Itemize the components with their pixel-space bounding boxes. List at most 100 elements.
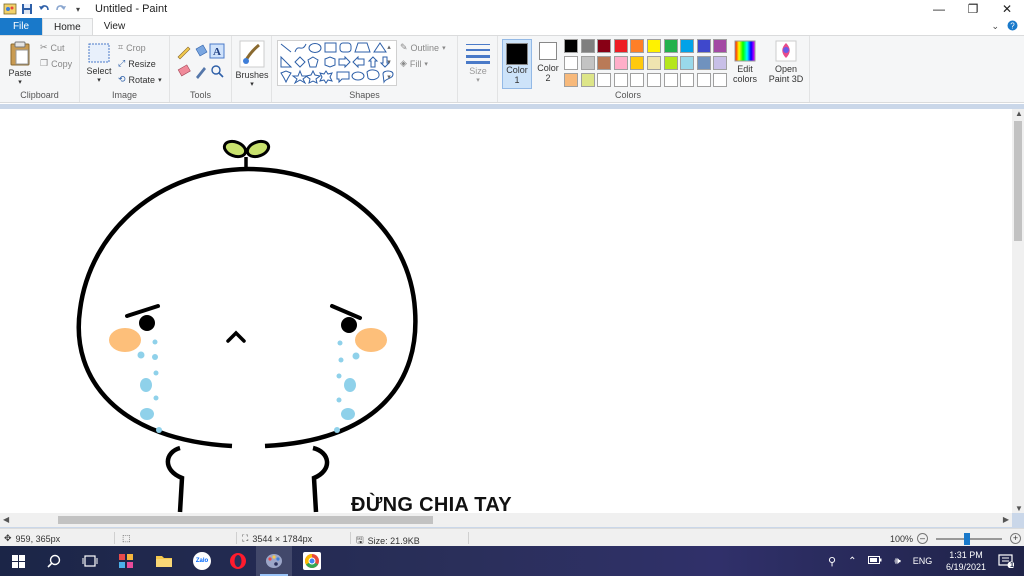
palette-swatch[interactable] <box>680 73 695 87</box>
shapes-gallery[interactable] <box>277 40 397 86</box>
tab-home[interactable]: Home <box>42 18 93 35</box>
palette-swatch[interactable] <box>580 39 595 53</box>
file-size-text: Size: 21.9KB <box>367 536 420 546</box>
paint3d-label-2: Paint 3D <box>768 74 804 84</box>
palette-swatch[interactable] <box>663 39 678 53</box>
palette-swatch[interactable] <box>696 73 711 87</box>
palette-swatch[interactable] <box>580 73 595 87</box>
zoom-in-icon[interactable]: + <box>1010 533 1022 544</box>
palette-swatch[interactable] <box>713 56 728 70</box>
customize-toolbar-icon[interactable]: ▾ <box>71 2 85 16</box>
save-icon[interactable] <box>20 2 34 16</box>
size-button[interactable]: Size ▾ <box>462 42 494 86</box>
palette-swatch[interactable] <box>613 56 628 70</box>
palette-swatch[interactable] <box>564 39 578 53</box>
select-button[interactable]: Select ▾ <box>86 42 112 86</box>
horizontal-scroll-thumb[interactable] <box>58 516 433 524</box>
palette-swatch[interactable] <box>564 56 578 70</box>
redo-icon[interactable] <box>54 2 68 16</box>
palette-swatch[interactable] <box>713 73 728 87</box>
scroll-left-icon[interactable]: ◀ <box>3 515 9 524</box>
palette-swatch[interactable] <box>630 56 645 70</box>
taskbar-file-explorer[interactable] <box>146 546 182 576</box>
start-button[interactable] <box>0 546 36 576</box>
clipboard-group: Paste ▾ ✂ Cut ❐ Copy Clipboard <box>0 36 80 102</box>
palette-swatch[interactable] <box>580 56 595 70</box>
taskbar-paint[interactable] <box>256 546 292 576</box>
language-indicator[interactable]: ENG <box>913 556 933 566</box>
brushes-button[interactable]: Brushes ▾ <box>235 40 269 90</box>
palette-swatch[interactable] <box>564 73 578 87</box>
maximize-button[interactable]: ❐ <box>956 0 990 18</box>
line-size-icon <box>466 44 490 64</box>
paste-button[interactable]: Paste ▾ <box>6 40 34 88</box>
taskbar-opera[interactable] <box>220 546 256 576</box>
palette-swatch[interactable] <box>647 39 661 53</box>
color2-button[interactable]: Color 2 <box>534 42 562 83</box>
volume-icon[interactable]: 🕪 <box>894 556 900 567</box>
paint-app-icon[interactable] <box>3 2 17 16</box>
tools-group: A Tools <box>170 36 232 102</box>
rotate-button[interactable]: ⟲ Rotate ▾ <box>118 74 162 85</box>
palette-swatch[interactable] <box>663 73 678 87</box>
palette-swatch[interactable] <box>713 39 728 53</box>
scroll-right-icon[interactable]: ▶ <box>1003 515 1009 524</box>
tab-file[interactable]: File <box>0 18 42 35</box>
open-paint3d-button[interactable]: Open Paint 3D <box>764 40 808 84</box>
tab-view[interactable]: View <box>93 18 137 35</box>
palette-swatch[interactable] <box>597 39 612 53</box>
scroll-up-icon[interactable]: ▲ <box>1015 109 1023 118</box>
collapse-ribbon-icon[interactable]: ⌄ <box>991 21 999 32</box>
help-icon[interactable]: ? <box>1007 20 1018 34</box>
minimize-button[interactable]: — <box>922 0 956 18</box>
crop-button[interactable]: ⌗ Crop <box>118 42 146 53</box>
undo-icon[interactable] <box>37 2 51 16</box>
palette-swatch[interactable] <box>597 73 612 87</box>
edit-colors-button[interactable]: Edit colors <box>730 40 760 84</box>
zoom-slider-thumb[interactable] <box>964 532 971 545</box>
palette-swatch[interactable] <box>597 56 612 70</box>
zoom-out-icon[interactable]: – <box>917 533 929 544</box>
cut-button[interactable]: ✂ Cut <box>40 42 65 53</box>
palette-swatch[interactable] <box>647 73 661 87</box>
palette-swatch[interactable] <box>630 73 645 87</box>
task-view-icon <box>82 555 98 567</box>
palette-swatch[interactable] <box>696 56 711 70</box>
clock[interactable]: 1:31 PM 6/19/2021 <box>946 549 986 573</box>
palette-swatch[interactable] <box>680 56 695 70</box>
zalo-icon: Zalo <box>193 552 211 570</box>
palette-swatch[interactable] <box>613 39 628 53</box>
resize-button[interactable]: ⤢ Resize <box>118 58 156 69</box>
brushes-group[interactable]: Brushes ▾ <box>232 36 272 102</box>
palette-swatch[interactable] <box>647 56 661 70</box>
scroll-down-icon[interactable]: ▼ <box>1015 504 1023 513</box>
taskbar-zalo[interactable]: Zalo <box>184 546 220 576</box>
task-view-button[interactable] <box>72 546 108 576</box>
taskbar-chrome[interactable] <box>294 546 330 576</box>
show-hidden-icons-icon[interactable]: ⌃ <box>848 556 856 567</box>
palette-swatch[interactable] <box>696 39 711 53</box>
palette-swatch[interactable] <box>630 39 645 53</box>
battery-icon[interactable] <box>868 556 882 566</box>
shapes-scroll[interactable]: ▴ ▾ ▾ <box>384 40 394 86</box>
people-icon[interactable]: ⚲ <box>828 555 836 568</box>
drawing-canvas[interactable]: ĐỪNG CHIA TAY <box>0 109 1012 513</box>
selection-size: ⬚ <box>122 533 131 544</box>
resize-label: Resize <box>128 58 156 69</box>
vertical-scroll-thumb[interactable] <box>1014 121 1022 241</box>
action-center-button[interactable]: 1 <box>988 546 1024 576</box>
vertical-scrollbar[interactable]: ▲ ▼ <box>1012 109 1024 513</box>
horizontal-scrollbar[interactable]: ◀ ▶ <box>0 513 1012 527</box>
close-button[interactable]: ✕ <box>990 0 1024 18</box>
search-button[interactable] <box>36 546 72 576</box>
copy-button[interactable]: ❐ Copy <box>40 58 72 69</box>
zoom-slider[interactable] <box>936 532 1003 545</box>
outline-button[interactable]: ✎ Outline ▾ <box>400 42 446 53</box>
fill-button[interactable]: ◈ Fill ▾ <box>400 58 428 69</box>
palette-swatch[interactable] <box>663 56 678 70</box>
palette-swatch[interactable] <box>680 39 695 53</box>
size-group[interactable]: Size ▾ <box>458 36 498 102</box>
taskbar-app-grid[interactable] <box>108 546 144 576</box>
palette-swatch[interactable] <box>613 73 628 87</box>
color1-button[interactable]: Color 1 <box>502 39 532 89</box>
